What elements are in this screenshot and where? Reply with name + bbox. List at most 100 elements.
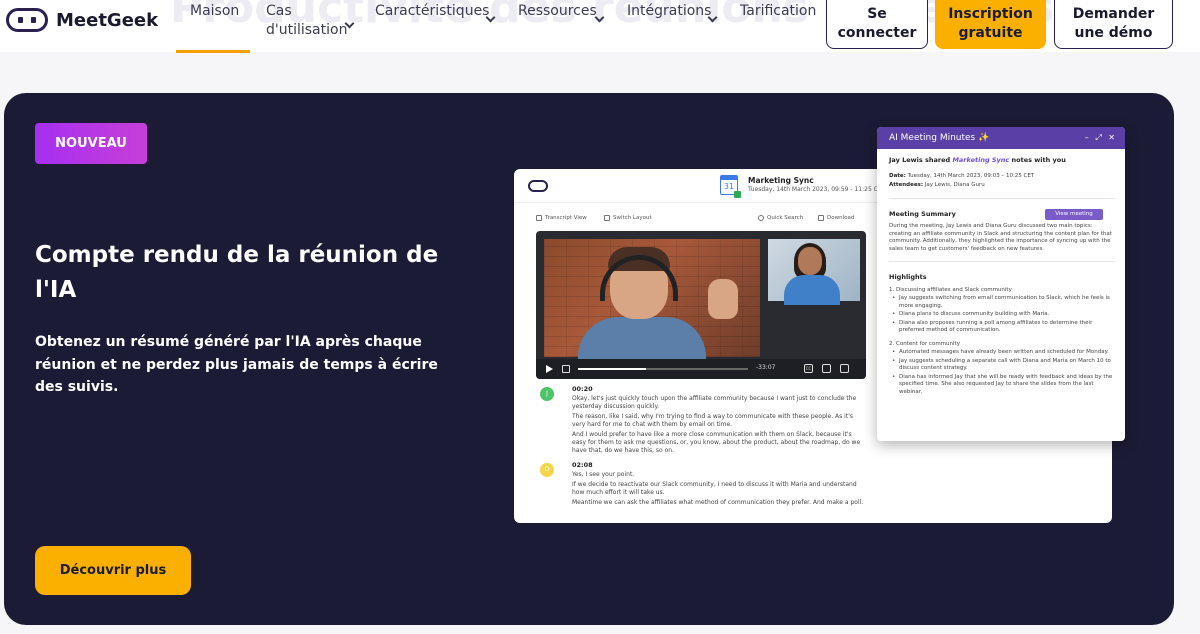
transcript-line: Yes, I see your point. [572,471,635,478]
transcript-line: Okay, let's just quickly touch upon the … [572,395,857,410]
transcript-icon [536,215,542,221]
meeting-date-row: Date: Tuesday, 14th March 2023, 09:03 – … [889,173,1115,181]
secondary-participant-video [768,239,860,305]
segment-timestamp[interactable]: 00:20 [572,385,866,393]
attendees-value: Jay Lewis, Diana Guru [924,182,985,188]
divider [889,197,1115,199]
highlight-heading: 2. Content for community [889,340,960,347]
nav-item-cas-utilisation[interactable]: Cas d'utilisation [266,2,355,40]
nav-item-label: Maison [190,3,240,19]
attendees-label: Attendees: [889,182,924,188]
recording-toolbar: Transcript View Switch Layout Quick Sear… [526,209,874,227]
playback-progress[interactable] [578,368,748,370]
transcript: J 00:20 Okay, let's just quickly touch u… [536,385,866,513]
picture-in-picture-icon[interactable] [822,364,831,373]
minutes-header: AI Meeting Minutes ✨ – ⤢ ✕ [877,127,1125,149]
fullscreen-icon[interactable] [840,364,849,373]
toolbar-label: Switch Layout [613,215,652,221]
view-meeting-button[interactable]: View meeting [1045,208,1103,220]
main-participant-video [544,239,760,367]
highlight-bullet: Diana plans to discuss community buildin… [889,311,1115,319]
player-controls: -33:07 CC [536,359,866,379]
participant-head [798,247,822,275]
divider [889,261,1115,262]
meetgeek-logo-icon [528,180,548,192]
quick-search-button[interactable]: Quick Search [758,215,803,221]
top-nav: Productivité des réunions générées MeetG… [0,0,1200,53]
active-nav-underline [176,50,250,53]
video-player[interactable]: -33:07 CC [536,231,866,379]
download-icon [818,215,824,221]
discover-more-button[interactable]: Découvrir plus [35,546,191,595]
toolbar-label: Transcript View [545,215,587,221]
nav-item-tarification[interactable]: Tarification [740,2,816,21]
nav-item-maison[interactable]: Maison [190,2,239,21]
logo-text: MeetGeek [56,9,159,31]
nav-item-ressources[interactable]: Ressources [518,2,605,23]
nav-item-label: Caractéristiques [375,3,490,19]
segment-timestamp[interactable]: 02:08 [572,461,866,469]
shared-meeting-link[interactable]: Marketing Sync [952,156,1009,164]
download-button[interactable]: Download [818,215,854,221]
shared-notes-line: Jay Lewis shared Marketing Sync notes wi… [889,156,1115,165]
waving-hand [708,279,738,319]
login-button[interactable]: Se connecter [826,0,928,49]
minutes-body: Jay Lewis shared Marketing Sync notes wi… [889,156,1115,397]
transcript-view-toggle[interactable]: Transcript View [536,215,587,221]
nav-item-label: Ressources [518,3,597,19]
summary-heading: Meeting Summary View meeting [889,208,1115,220]
playback-progress-fill [578,368,646,370]
volume-icon[interactable] [562,365,570,373]
transcript-line: If we decide to reactivate our Slack com… [572,481,857,496]
shared-suffix: notes with you [1011,156,1066,164]
participant-body [784,275,840,305]
play-icon[interactable] [546,365,553,373]
meeting-name: Marketing Sync [748,176,814,185]
window-controls[interactable]: – ⤢ ✕ [1085,127,1117,149]
shared-prefix: Jay Lewis shared [889,156,951,164]
transcript-segment: J 00:20 Okay, let's just quickly touch u… [536,385,866,455]
meetgeek-logo-icon [6,8,48,32]
signup-button[interactable]: Inscription gratuite [935,0,1046,49]
toolbar-label: Download [827,215,855,221]
highlight-bullet: Diana also proposes running a poll among… [889,320,1115,335]
speaker-avatar: D [540,463,554,477]
nav-item-integrations[interactable]: Intégrations [627,2,718,23]
highlight-bullet: Automated messages have already been wri… [889,349,1115,357]
new-badge: NOUVEAU [35,123,147,164]
meet-icon [734,191,741,198]
nav-item-label: Intégrations [627,3,712,19]
meeting-date: Tuesday, 14th March 2023, 09:59 - 11:25 … [748,186,886,193]
hero-title: Compte rendu de la réunion de l'IA [35,242,439,303]
attendees-row: Attendees: Jay Lewis, Diana Guru [889,182,1115,190]
demo-button[interactable]: Demander une démo [1054,0,1173,49]
toolbar-label: Quick Search [767,215,804,221]
transcript-line: The reason, like I said, why I'm trying … [572,413,853,428]
search-icon [758,215,764,221]
transcript-segment: D 02:08 Yes, I see your point. If we dec… [536,461,866,507]
nav-item-label: Tarification [740,3,817,19]
highlights-title: Highlights [889,273,927,281]
layout-icon [604,215,610,221]
transcript-line: Meantime we can ask the affiliates what … [572,499,864,506]
highlight-bullet: Diana has informed Jay that she will be … [889,374,1115,397]
hero-subtitle: Obtenez un résumé généré par l'IA après … [35,334,438,395]
captions-icon[interactable]: CC [804,364,813,373]
recording-panel: Transcript View Switch Layout Quick Sear… [526,209,874,519]
switch-layout-toggle[interactable]: Switch Layout [604,215,652,221]
minutes-title: AI Meeting Minutes ✨ [889,133,990,143]
transcript-line: And I would prefer to have like a more c… [572,431,861,454]
speaker-avatar: J [540,387,554,401]
nav-item-caracteristiques[interactable]: Caractéristiques [375,2,496,23]
logo[interactable]: MeetGeek [6,8,158,32]
ai-meeting-minutes-panel: AI Meeting Minutes ✨ – ⤢ ✕ Jay Lewis sha… [877,127,1125,441]
remaining-time: -33:07 [756,364,776,371]
nav-item-label: Cas d'utilisation [266,3,348,38]
highlight-bullet: Jay suggests switching from email commun… [889,295,1115,310]
date-value: Tuesday, 14th March 2023, 09:03 – 10:25 … [907,172,1035,179]
date-label: Date: [889,172,906,179]
highlight-bullet: Jay suggests scheduling a separate call … [889,358,1115,373]
highlight-heading: 1. Discussing affiliates and Slack commu… [889,286,1012,293]
summary-title: Meeting Summary [889,209,956,218]
summary-text: During the meeting, Jay Lewis and Diana … [889,223,1112,252]
